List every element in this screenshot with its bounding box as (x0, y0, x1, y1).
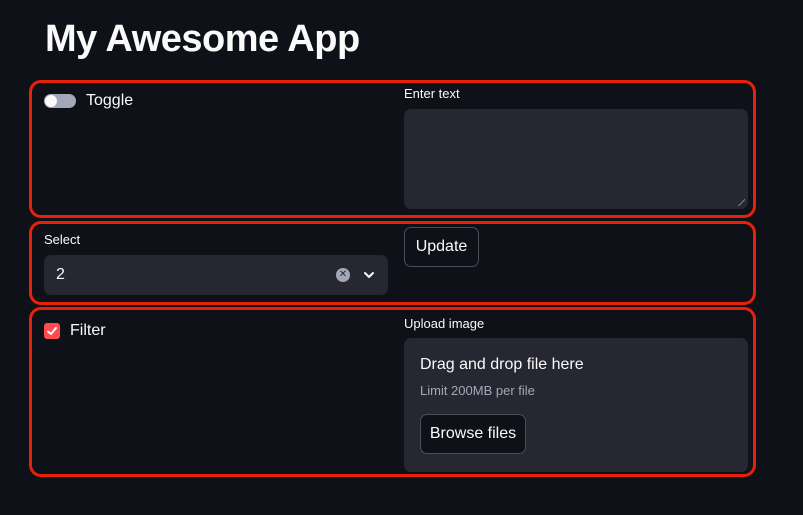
toggle-knob (45, 95, 57, 107)
browse-files-button[interactable]: Browse files (420, 414, 526, 454)
dropzone-limit-text: Limit 200MB per file (420, 383, 535, 398)
select-value: 2 (56, 266, 65, 283)
highlight-box-row-1: Toggle Enter text (29, 80, 756, 218)
page-title: My Awesome App (45, 18, 360, 60)
chevron-down-icon[interactable] (362, 268, 376, 282)
checkbox-label: Filter (70, 322, 106, 339)
select-label: Select (44, 232, 81, 247)
clear-selection-icon[interactable]: ✕ (336, 268, 350, 282)
upload-label: Upload image (404, 316, 485, 331)
file-dropzone[interactable]: Drag and drop file here Limit 200MB per … (404, 338, 748, 472)
highlight-box-row-2: Select 2 ✕ Update (29, 221, 756, 305)
filter-checkbox[interactable]: Filter (44, 322, 106, 340)
highlight-box-row-3: Filter Upload image Drag and drop file h… (29, 307, 756, 477)
text-area-input[interactable] (404, 109, 748, 209)
resize-handle-icon[interactable] (737, 198, 745, 206)
toggle-track[interactable] (44, 94, 76, 108)
toggle-switch[interactable]: Toggle (44, 92, 133, 110)
toggle-label: Toggle (86, 92, 134, 109)
update-button[interactable]: Update (404, 227, 479, 267)
app-root: My Awesome App Toggle Enter text Select … (0, 0, 803, 515)
select-dropdown[interactable]: 2 ✕ (44, 255, 388, 295)
dropzone-title: Drag and drop file here (420, 356, 584, 373)
checkbox-checked-icon[interactable] (44, 323, 60, 339)
text-area-label: Enter text (404, 86, 460, 101)
